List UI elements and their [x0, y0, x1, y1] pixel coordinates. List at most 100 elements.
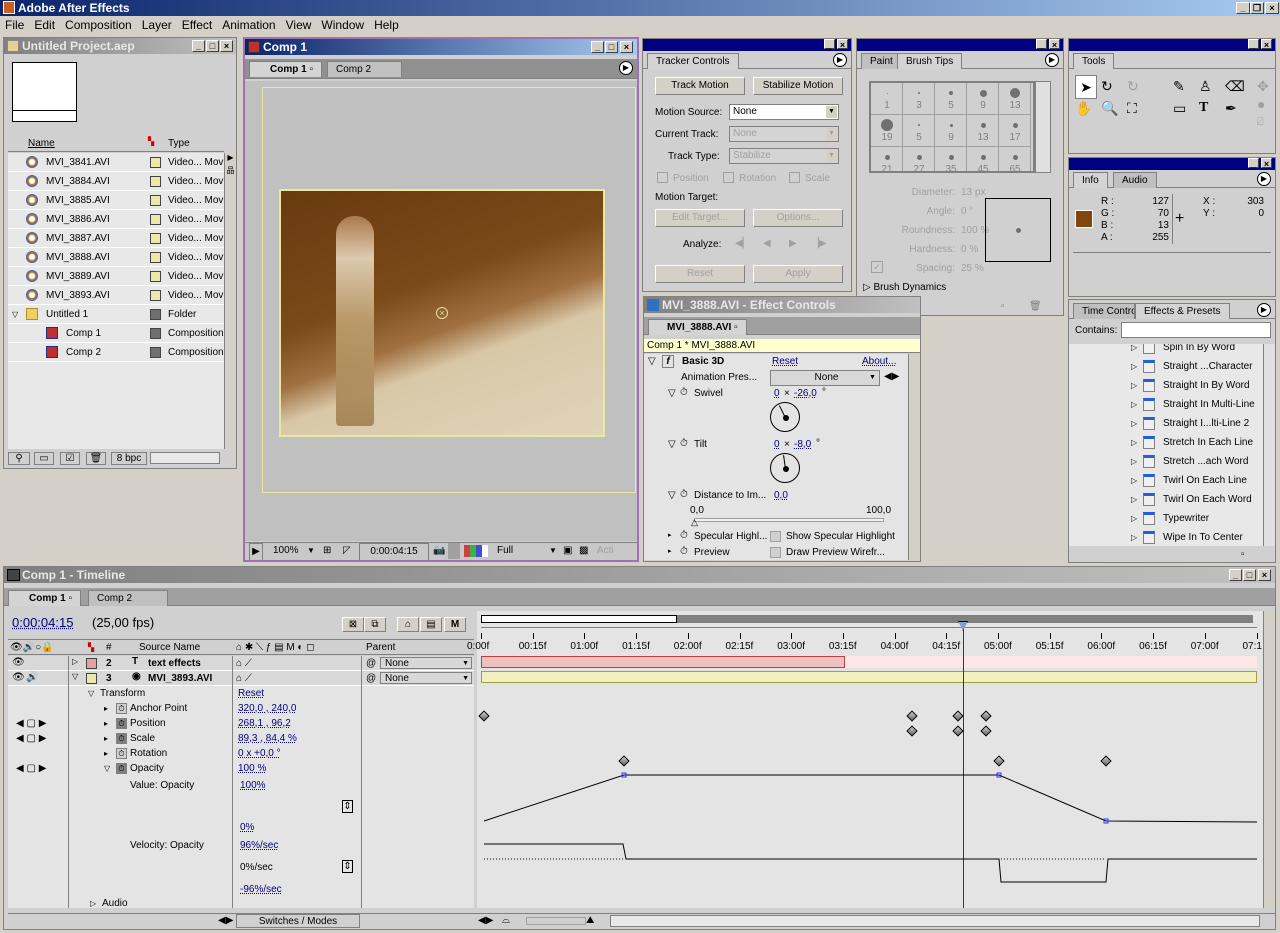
- delete-brush-icon[interactable]: 🗑: [1029, 301, 1042, 312]
- brush-flyout-button[interactable]: ▶: [1045, 53, 1059, 67]
- label-color-chip[interactable]: [150, 347, 161, 358]
- preset-item[interactable]: ▷ Typewriter: [1069, 509, 1263, 528]
- project-item[interactable]: MVI_3885.AVI Video... Movie: [8, 191, 231, 210]
- property-value[interactable]: 89,3 , 84,4 %: [238, 733, 297, 744]
- tilt-dial[interactable]: [770, 453, 800, 483]
- property-triangle-icon[interactable]: ▸: [104, 734, 108, 743]
- stopwatch-icon[interactable]: ⏱: [680, 489, 688, 500]
- tab-lock-icon[interactable]: ▫: [309, 64, 313, 75]
- switches-modes-toggle[interactable]: Switches / Modes: [236, 914, 360, 928]
- brush-tip[interactable]: 19: [871, 115, 903, 147]
- collapse-triangle-icon[interactable]: ▽: [648, 356, 656, 367]
- parent-select[interactable]: None ▼: [380, 657, 472, 669]
- stopwatch-icon[interactable]: ⏱: [680, 530, 688, 541]
- preview-triangle-icon[interactable]: ▸: [668, 547, 672, 555]
- swivel-revolutions[interactable]: 0: [774, 388, 780, 399]
- disclosure-triangle-icon[interactable]: ▷: [1131, 344, 1137, 357]
- column-name[interactable]: Name: [28, 138, 55, 149]
- label-color-chip[interactable]: [150, 214, 161, 225]
- eye-icon[interactable]: 👁: [12, 657, 25, 668]
- hardness-value[interactable]: 0 %: [961, 244, 978, 255]
- tab-comp-2[interactable]: Comp 2: [327, 61, 402, 77]
- snapshot-icon[interactable]: 📷: [433, 543, 445, 559]
- stabilize-motion-button[interactable]: Stabilize Motion: [753, 77, 843, 95]
- project-item[interactable]: MVI_3888.AVI Video... Movie: [8, 248, 231, 267]
- brush-tip[interactable]: 3: [903, 83, 935, 115]
- analyze-forward-icon[interactable]: ▶: [789, 238, 797, 249]
- region-of-interest-icon[interactable]: ▣: [563, 543, 572, 559]
- label-color-chip[interactable]: [150, 233, 161, 244]
- brush-tool-icon[interactable]: ✎: [1173, 75, 1185, 97]
- tab-timeline-comp-2[interactable]: Comp 2: [88, 590, 168, 606]
- brush-tip[interactable]: 21: [871, 147, 903, 171]
- timeline-v-scrollbar[interactable]: [1263, 611, 1275, 908]
- timeline-minimize-button[interactable]: _: [1229, 569, 1242, 581]
- reset-button[interactable]: Reset: [655, 265, 745, 283]
- swivel-triangle-icon[interactable]: ▽: [668, 388, 676, 399]
- bpc-button[interactable]: 8 bpc: [111, 452, 147, 465]
- project-item[interactable]: Comp 2 Composition: [8, 343, 224, 362]
- velocity-max[interactable]: 96%/sec: [240, 840, 278, 851]
- preset-prev-next-icon[interactable]: ◀▶: [884, 371, 899, 382]
- viewer-flyout-button[interactable]: ▶: [619, 61, 633, 75]
- distance-triangle-icon[interactable]: ▽: [668, 490, 676, 501]
- preview-button[interactable]: ▶: [249, 543, 263, 560]
- property-value[interactable]: 268,1 , 96,2: [238, 718, 291, 729]
- tilt-degrees[interactable]: -8,0: [794, 439, 811, 450]
- alpha-channel-icon[interactable]: [482, 545, 488, 557]
- preset-item[interactable]: ▷ Stretch ...ach Word: [1069, 452, 1263, 471]
- preview-checkbox[interactable]: [770, 547, 781, 558]
- hand-tool-icon[interactable]: ✋: [1075, 97, 1092, 119]
- preset-item[interactable]: ▷ Stretch In Each Line: [1069, 433, 1263, 452]
- brush-tip[interactable]: 35: [935, 147, 967, 171]
- graph-fit-icon[interactable]: ⇕: [342, 800, 353, 813]
- preset-item[interactable]: ▷ Twirl On Each Line: [1069, 471, 1263, 490]
- rotation-checkbox[interactable]: [723, 172, 734, 183]
- shy-layers-icon[interactable]: ⌂: [397, 617, 419, 632]
- mask-icon[interactable]: ◸: [343, 543, 351, 559]
- viewer-minimize-button[interactable]: _: [591, 41, 604, 53]
- spacing-value[interactable]: 25 %: [961, 263, 984, 274]
- layer-video-frame[interactable]: ×: [279, 189, 605, 437]
- project-item[interactable]: MVI_3893.AVI Video... Movie: [8, 286, 231, 305]
- graph-fit-icon[interactable]: ⇕: [342, 860, 353, 873]
- brush-tip[interactable]: 17: [999, 115, 1031, 147]
- current-time-display[interactable]: 0:00:04:15: [12, 615, 73, 630]
- keyframe-navigator[interactable]: ◀ ▢ ▶: [16, 718, 46, 729]
- spacing-checkbox[interactable]: ✓: [871, 261, 883, 273]
- apply-button[interactable]: Apply: [753, 265, 843, 283]
- property-value[interactable]: 320,0 , 240,0: [238, 703, 296, 714]
- disclosure-triangle-icon[interactable]: ▷: [1131, 357, 1137, 376]
- column-number[interactable]: #: [106, 640, 112, 655]
- label-color-chip[interactable]: [150, 328, 161, 339]
- tools-close-button[interactable]: ×: [1261, 39, 1272, 50]
- menu-view[interactable]: View: [281, 16, 317, 34]
- stopwatch-icon[interactable]: ⏱: [680, 438, 688, 449]
- pan-behind-tool-icon[interactable]: ⛶: [1127, 97, 1137, 119]
- menu-help[interactable]: Help: [369, 16, 404, 34]
- project-scrollbar[interactable]: ▶ 品: [224, 153, 236, 449]
- effect-about-link[interactable]: About...: [862, 356, 896, 367]
- parent-pickwhip-icon[interactable]: @: [366, 671, 376, 686]
- resolution-select[interactable]: Full: [497, 543, 513, 559]
- preset-item[interactable]: ▷ Straight In By Word: [1069, 376, 1263, 395]
- menu-layer[interactable]: Layer: [137, 16, 177, 34]
- parent-pickwhip-icon[interactable]: @: [366, 656, 376, 671]
- tab-timeline-comp-1[interactable]: Comp 1 ▫: [8, 590, 81, 606]
- swivel-dial[interactable]: [770, 402, 800, 432]
- project-item[interactable]: MVI_3886.AVI Video... Movie: [8, 210, 231, 229]
- rotation-tool-icon[interactable]: ↻: [1101, 75, 1113, 97]
- transform-reset-link[interactable]: Reset: [238, 688, 264, 699]
- options-button[interactable]: Options...: [753, 209, 843, 227]
- presets-scrollbar[interactable]: [1263, 344, 1275, 546]
- project-item[interactable]: MVI_3889.AVI Video... Movie: [8, 267, 231, 286]
- find-icon[interactable]: ⚲: [8, 452, 30, 465]
- animation-preset-select[interactable]: None ▼: [770, 370, 880, 386]
- effects-flyout-button[interactable]: ▶: [1257, 303, 1271, 317]
- property-triangle-icon[interactable]: ▸: [104, 719, 108, 728]
- label-column-icon[interactable]: ▚: [148, 137, 160, 149]
- zoom-in-icon[interactable]: ⛰: [586, 915, 594, 926]
- resolution-dropdown-icon[interactable]: ▼: [549, 543, 557, 559]
- brush-tip[interactable]: 27: [903, 147, 935, 171]
- rectangle-mask-tool-icon[interactable]: ▭: [1173, 97, 1186, 119]
